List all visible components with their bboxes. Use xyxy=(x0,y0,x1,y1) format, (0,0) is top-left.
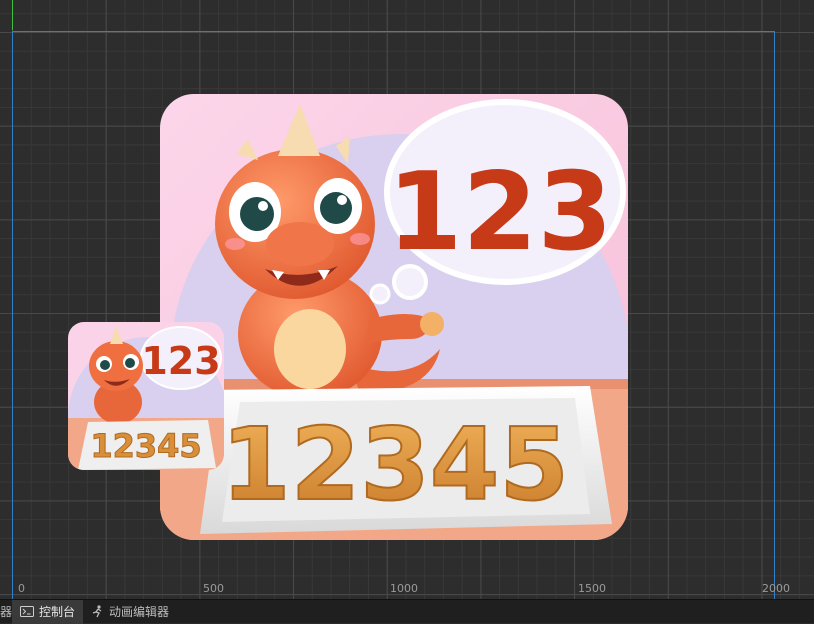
tab-console-label: 控制台 xyxy=(39,605,76,619)
app-icon-large-art: 123 12345 xyxy=(160,94,628,540)
ruler-label-1000: 1000 xyxy=(390,582,418,595)
y-axis-line xyxy=(12,0,13,30)
tab-console[interactable]: 控制台 xyxy=(12,599,84,624)
tab-animation-editor-label: 动画编辑器 xyxy=(109,605,170,619)
canvas-frame-right xyxy=(774,31,775,599)
tab-previous-label: 器 xyxy=(0,605,12,619)
app-icon-large[interactable]: 123 12345 xyxy=(160,94,628,540)
canvas-frame-top xyxy=(12,31,775,32)
tab-previous-partial[interactable]: 器 xyxy=(0,600,12,624)
tab-animation-editor[interactable]: 动画编辑器 xyxy=(83,600,177,624)
bottom-panel-tabs: 器 控制台 动画编辑器 xyxy=(0,599,814,624)
ruler-label-2000: 2000 xyxy=(762,582,790,595)
plate-digits: 12345 xyxy=(221,406,569,523)
canvas-frame-left xyxy=(12,31,13,599)
ruler-label-500: 500 xyxy=(203,582,224,595)
thought-number-small: 123 xyxy=(141,339,220,383)
app-icon-small-art: 123 12345 xyxy=(68,322,224,470)
thought-number: 123 xyxy=(387,150,612,275)
ruler-label-0: 0 xyxy=(18,582,25,595)
running-figure-icon xyxy=(91,605,104,618)
terminal-icon xyxy=(20,606,34,617)
app-icon-small[interactable]: 123 12345 xyxy=(68,322,224,470)
plate-digits-small: 12345 xyxy=(90,427,201,465)
ruler-label-1500: 1500 xyxy=(578,582,606,595)
